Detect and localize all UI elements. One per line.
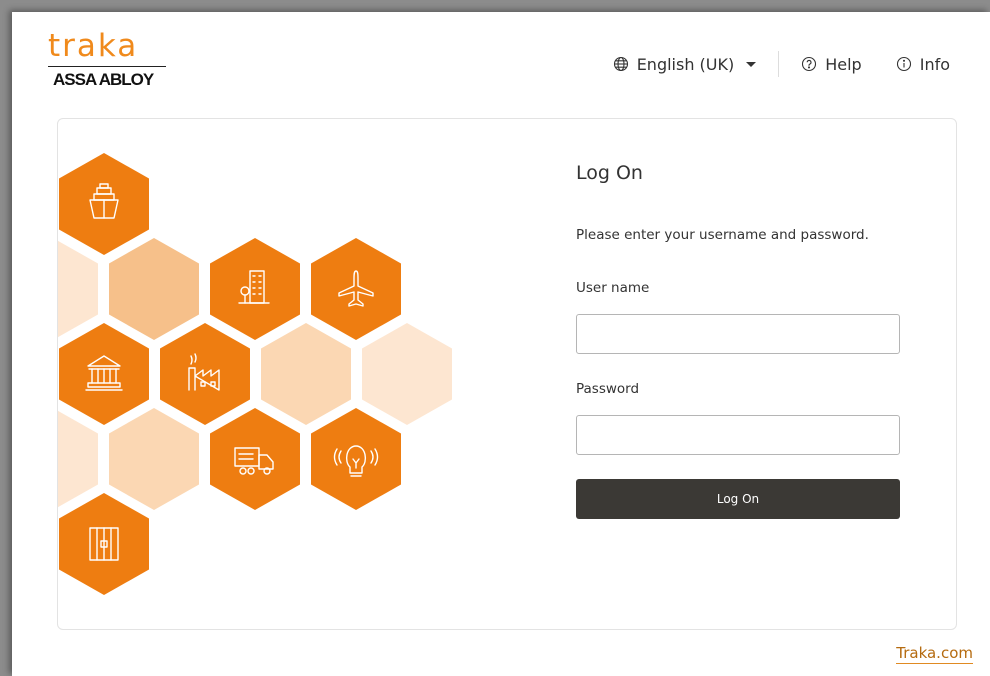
info-label: Info — [919, 54, 950, 74]
log-on-button[interactable]: Log On — [576, 479, 900, 519]
traka-com-link[interactable]: Traka.com — [896, 643, 973, 664]
login-instructions: Please enter your username and password. — [576, 227, 869, 243]
caret-down-icon — [746, 61, 757, 67]
globe-icon — [613, 56, 628, 72]
username-input[interactable] — [576, 314, 900, 354]
hex-truck — [210, 408, 300, 510]
hex-airplane — [311, 238, 401, 340]
username-label: User name — [576, 280, 650, 296]
hex-faint — [362, 323, 452, 425]
password-label: Password — [576, 381, 640, 397]
top-nav: English (UK) Help Info — [613, 50, 950, 78]
industry-hex-illustration — [58, 153, 452, 595]
language-label: English (UK) — [636, 54, 735, 74]
login-title: Log On — [576, 162, 643, 184]
hex-pale — [261, 323, 351, 425]
login-card: Log On Please enter your username and pa… — [57, 118, 957, 630]
browser-window: traka ASSA ABLOY English (UK) Help Info … — [12, 12, 990, 676]
language-selector[interactable]: English (UK) — [613, 55, 757, 74]
hex-pale — [58, 408, 98, 510]
logo-brand: traka — [48, 28, 139, 64]
hex-lightbulb — [311, 408, 401, 510]
info-link[interactable]: Info — [896, 55, 950, 74]
nav-divider — [778, 51, 780, 77]
info-circle-icon — [896, 56, 911, 72]
password-input[interactable] — [576, 415, 900, 455]
traka-assa-abloy-logo[interactable]: traka ASSA ABLOY — [48, 28, 178, 90]
logo-rule — [48, 66, 166, 67]
hex-pale — [109, 408, 199, 510]
hex-pale — [58, 238, 98, 340]
logo-sub: ASSA ABLOY — [53, 70, 154, 89]
help-circle-icon — [802, 56, 817, 72]
hex-building — [210, 238, 300, 340]
help-link[interactable]: Help — [801, 54, 862, 74]
help-label: Help — [825, 54, 862, 74]
hex-light — [109, 238, 199, 340]
